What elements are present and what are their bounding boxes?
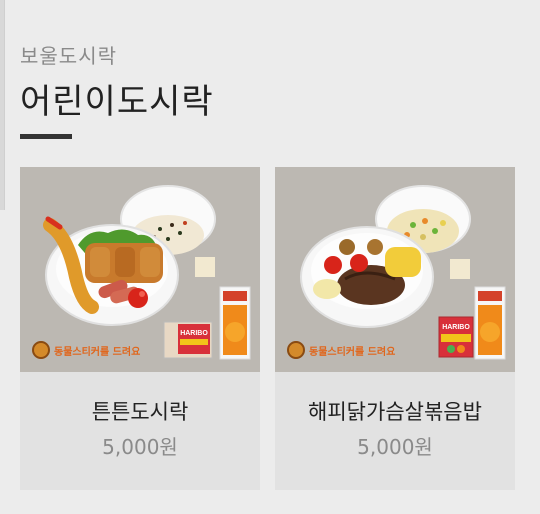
sticker-badge: 동물스티커를 드려요 bbox=[32, 341, 140, 359]
title-underline bbox=[20, 134, 72, 139]
product-name[interactable]: 튼튼도시락 bbox=[20, 396, 260, 426]
lion-sticker-icon bbox=[287, 341, 305, 359]
product-price: 5,000원 bbox=[102, 435, 178, 459]
product-image[interactable]: HARIBO 동물스티커를 드려요 bbox=[275, 167, 515, 372]
product-info: 튼튼도시락 5,000원 bbox=[20, 372, 260, 490]
page-title: 어린이도시락 bbox=[20, 82, 214, 122]
sticker-text: 동물스티커를 드려요 bbox=[54, 346, 141, 358]
product-card-2[interactable]: HARIBO 동물스티커를 드려요 해피닭가슴살볶음밥 5,000원 bbox=[275, 167, 515, 490]
product-price: 5,000원 bbox=[357, 435, 433, 459]
lion-sticker-icon bbox=[32, 341, 50, 359]
snack-label: HARIBO bbox=[180, 330, 208, 337]
left-edge-divider bbox=[0, 0, 5, 210]
sticker-badge: 동물스티커를 드려요 bbox=[287, 341, 395, 359]
product-info: 해피닭가슴살볶음밥 5,000원 bbox=[275, 372, 515, 490]
sticker-text: 동물스티커를 드려요 bbox=[309, 346, 396, 358]
product-name[interactable]: 해피닭가슴살볶음밥 bbox=[275, 396, 515, 426]
snack-label: HARIBO bbox=[442, 324, 470, 331]
product-card-1[interactable]: HARIBO 동물스티커를 드려요 튼튼도시락 5,000원 bbox=[20, 167, 260, 490]
product-image[interactable]: HARIBO 동물스티커를 드려요 bbox=[20, 167, 260, 372]
breadcrumb[interactable]: 보울도시락 bbox=[20, 40, 117, 69]
